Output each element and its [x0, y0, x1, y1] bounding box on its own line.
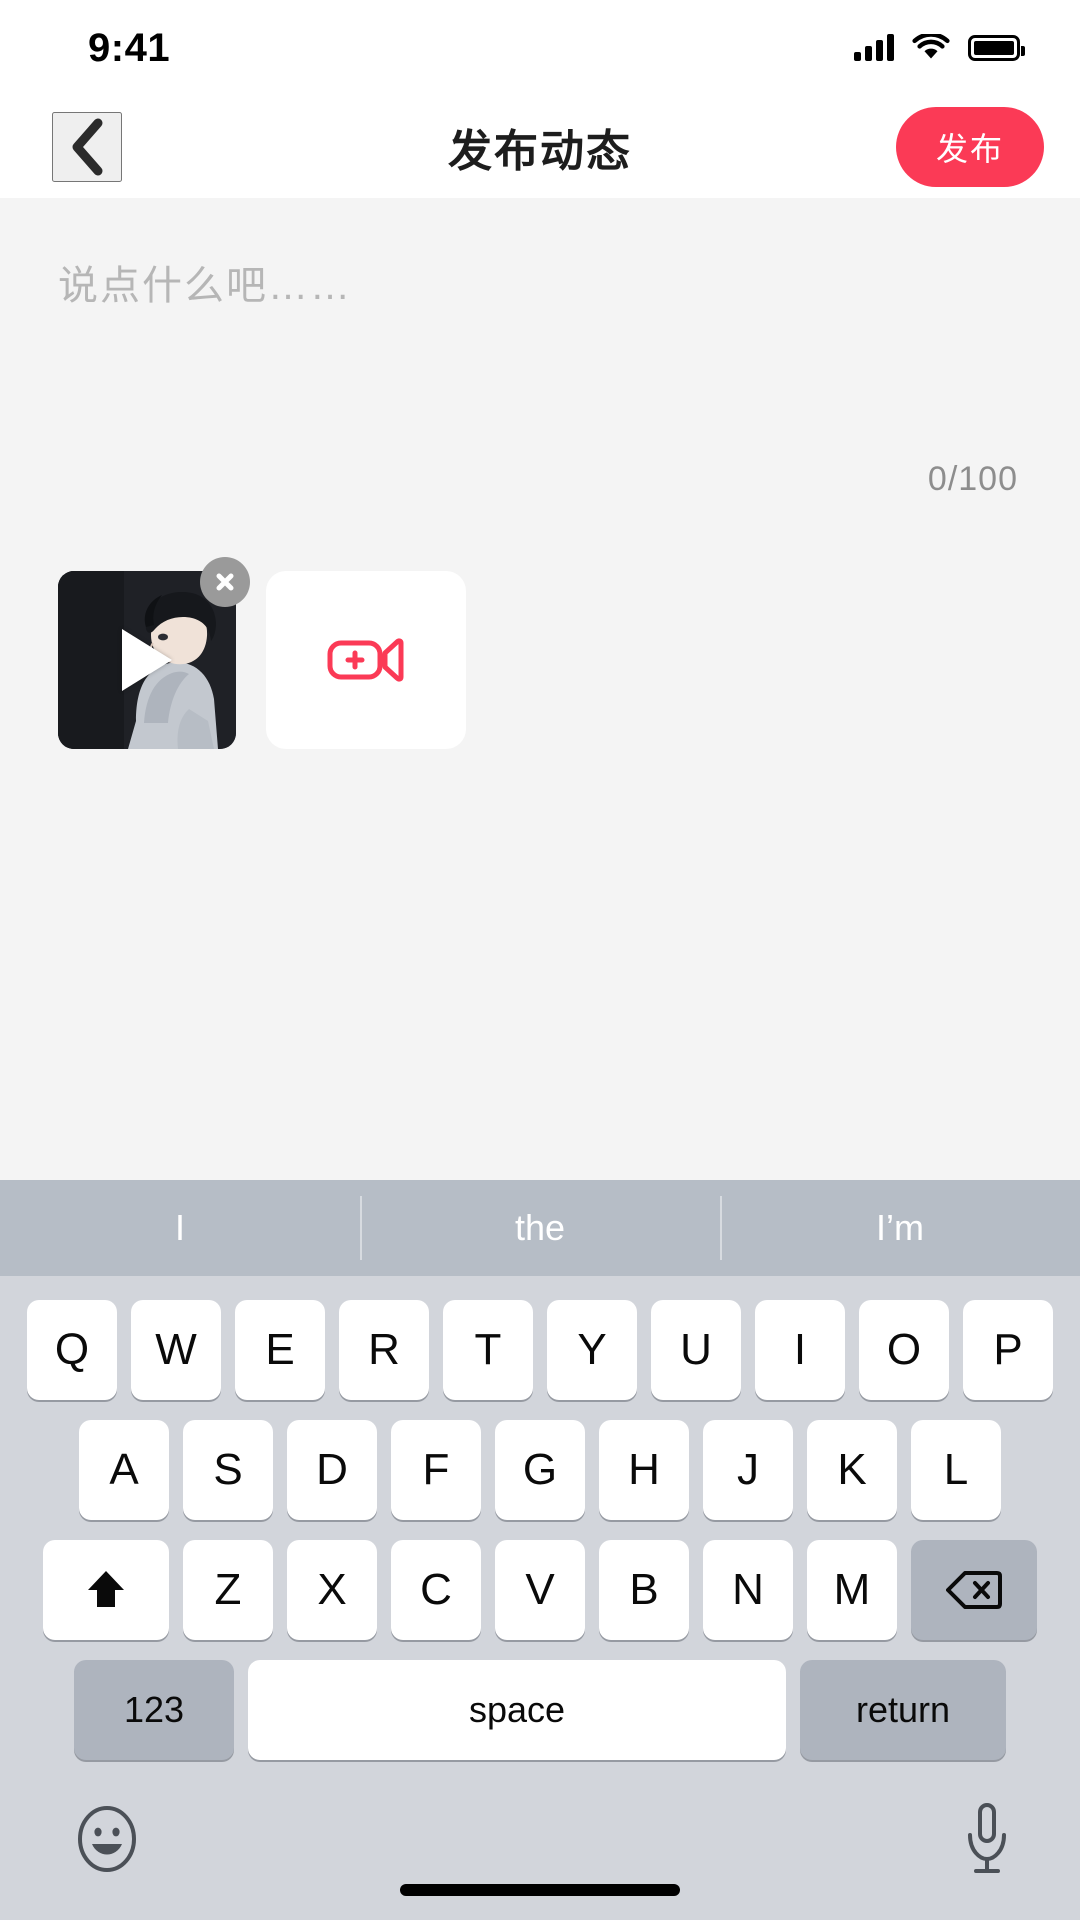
suggestion-item[interactable]: I — [0, 1180, 360, 1276]
signal-bars-icon — [854, 34, 894, 61]
keyboard-row-2: A S D F G H J K L — [0, 1420, 1080, 1520]
key-l[interactable]: L — [911, 1420, 1001, 1520]
shift-key[interactable] — [43, 1540, 169, 1640]
battery-full-icon — [968, 35, 1025, 61]
shift-arrow-icon — [88, 1571, 124, 1607]
app-screen: 9:41 发布动态 发布 说点什么吧…… 0/100 I the I’m Q W… — [0, 0, 1080, 1920]
home-indicator — [400, 1884, 680, 1896]
wifi-icon — [912, 34, 950, 59]
key-d[interactable]: D — [287, 1420, 377, 1520]
keyboard: I the I’m Q W E R T Y U I O P A S D F G … — [0, 1180, 1080, 1920]
media-attachments — [58, 557, 1022, 749]
backspace-key[interactable] — [911, 1540, 1037, 1640]
key-k[interactable]: K — [807, 1420, 897, 1520]
key-z[interactable]: Z — [183, 1540, 273, 1640]
add-video-button[interactable] — [266, 571, 466, 749]
close-x-icon — [216, 573, 234, 591]
backspace-icon — [946, 1571, 1002, 1609]
space-key[interactable]: space — [248, 1660, 786, 1760]
key-w[interactable]: W — [131, 1300, 221, 1400]
remove-attachment-button[interactable] — [200, 557, 250, 607]
key-p[interactable]: P — [963, 1300, 1053, 1400]
status-icons — [854, 34, 1025, 62]
key-a[interactable]: A — [79, 1420, 169, 1520]
key-r[interactable]: R — [339, 1300, 429, 1400]
key-q[interactable]: Q — [27, 1300, 117, 1400]
suggestion-item[interactable]: I’m — [720, 1180, 1080, 1276]
microphone-icon — [968, 1802, 1006, 1873]
key-j[interactable]: J — [703, 1420, 793, 1520]
key-m[interactable]: M — [807, 1540, 897, 1640]
key-u[interactable]: U — [651, 1300, 741, 1400]
key-o[interactable]: O — [859, 1300, 949, 1400]
suggestion-item[interactable]: the — [360, 1180, 720, 1276]
publish-button[interactable]: 发布 — [895, 107, 1044, 187]
key-n[interactable]: N — [703, 1540, 793, 1640]
post-text-input[interactable]: 说点什么吧…… — [58, 260, 1022, 312]
return-key[interactable]: return — [800, 1660, 1006, 1760]
dictation-key[interactable] — [964, 1801, 1010, 1880]
play-triangle-icon — [122, 629, 172, 691]
key-i[interactable]: I — [755, 1300, 845, 1400]
chevron-left-icon — [72, 118, 103, 176]
add-video-camera-icon — [327, 638, 404, 682]
key-t[interactable]: T — [443, 1300, 533, 1400]
status-time: 9:41 — [88, 25, 171, 70]
key-c[interactable]: C — [391, 1540, 481, 1640]
numbers-key[interactable]: 123 — [74, 1660, 234, 1760]
key-x[interactable]: X — [287, 1540, 377, 1640]
key-h[interactable]: H — [599, 1420, 689, 1520]
keyboard-row-1: Q W E R T Y U I O P — [0, 1300, 1080, 1400]
counter-row: 0/100 — [58, 460, 1022, 499]
keyboard-bottom-bar — [0, 1760, 1080, 1920]
composer-area: 说点什么吧…… 0/100 — [0, 198, 1080, 1180]
status-bar: 9:41 — [0, 0, 1080, 96]
key-y[interactable]: Y — [547, 1300, 637, 1400]
key-f[interactable]: F — [391, 1420, 481, 1520]
back-button[interactable] — [52, 112, 122, 182]
nav-bar: 发布动态 发布 — [0, 96, 1080, 198]
emoji-smiley-icon — [78, 1805, 136, 1872]
key-e[interactable]: E — [235, 1300, 325, 1400]
character-counter: 0/100 — [927, 460, 1018, 498]
key-g[interactable]: G — [495, 1420, 585, 1520]
keyboard-row-3: Z X C V B N M — [0, 1540, 1080, 1640]
key-v[interactable]: V — [495, 1540, 585, 1640]
key-s[interactable]: S — [183, 1420, 273, 1520]
keyboard-row-4: 123 space return — [0, 1660, 1080, 1760]
key-b[interactable]: B — [599, 1540, 689, 1640]
emoji-key[interactable] — [70, 1802, 144, 1879]
video-attachment[interactable] — [58, 557, 250, 749]
suggestion-bar: I the I’m — [0, 1180, 1080, 1276]
